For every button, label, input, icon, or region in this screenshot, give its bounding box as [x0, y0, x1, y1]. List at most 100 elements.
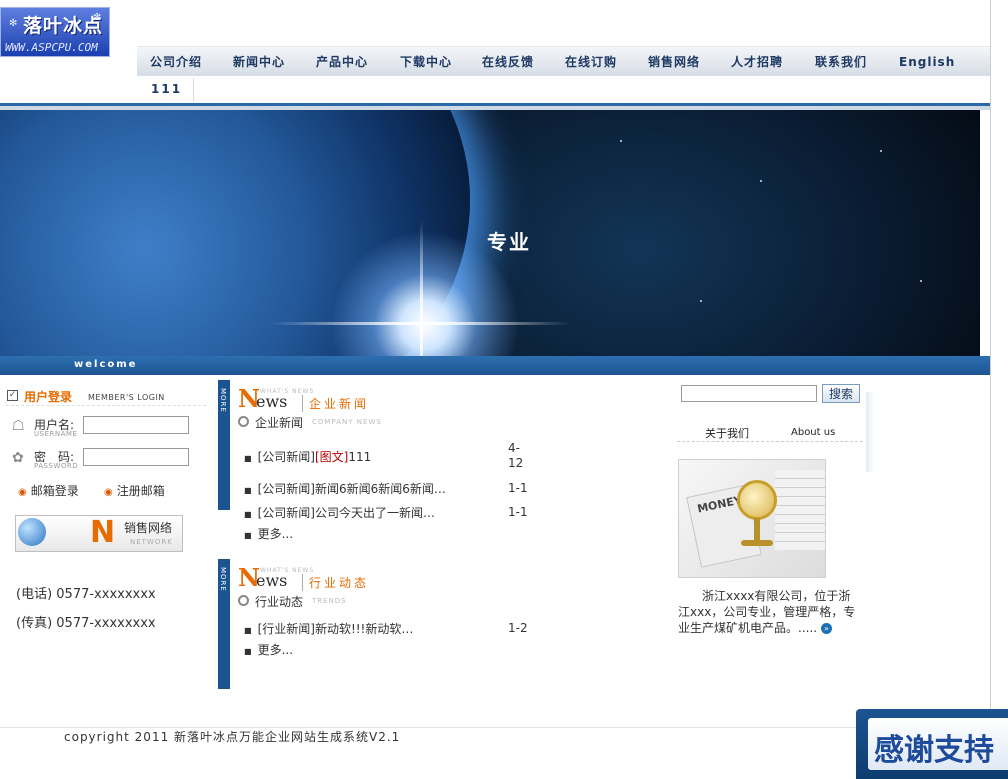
decorative-bar	[866, 392, 874, 472]
copyright-text: copyright 2011 新落叶冰点万能企业网站生成系统V2.1	[64, 730, 401, 744]
globe-image	[737, 480, 777, 520]
password-input[interactable]	[83, 448, 189, 466]
star	[920, 280, 922, 282]
welcome-text: welcome	[74, 359, 138, 370]
banner-slogan: 专业	[487, 230, 531, 254]
more-arrow-icon[interactable]: »	[820, 623, 832, 634]
news-item[interactable]: ■ [公司新闻]公司今天出了一新闻…	[244, 504, 435, 521]
news-more-link[interactable]: ■ 更多...	[244, 525, 293, 542]
section-subtitle-en: COMPANY NEWS	[312, 418, 382, 426]
login-title: 用户登录	[24, 390, 73, 404]
n-logo-icon: N	[90, 515, 116, 550]
trend-item-title: 新动软!!!新动软…	[314, 622, 414, 636]
nav-item-sales[interactable]: 销售网络	[648, 53, 700, 70]
sub-nav: 111	[137, 76, 990, 102]
thanks-inner: 感谢支持	[868, 718, 1008, 770]
news-item[interactable]: ■ [公司新闻][图文]111	[244, 448, 371, 465]
news-item-date: 4-12	[508, 441, 524, 470]
nav-item-products[interactable]: 产品中心	[316, 53, 368, 70]
username-input[interactable]	[83, 416, 189, 434]
circle-icon	[238, 595, 249, 606]
fax-number: (传真) 0577-xxxxxxxx	[16, 616, 156, 631]
more-tab[interactable]: MORE	[218, 380, 230, 510]
nav-item-news[interactable]: 新闻中心	[233, 53, 285, 70]
trend-more-link[interactable]: ■ 更多...	[244, 641, 293, 658]
about-tabs: 关于我们 About us	[677, 424, 863, 442]
sales-network-label: 销售网络	[124, 521, 173, 535]
left-column: ✓ 用户登录 MEMBER'S LOGIN ☖ 用户名: USERNAME ✿ …	[0, 378, 210, 708]
nav-item-jobs[interactable]: 人才招聘	[731, 53, 783, 70]
light-ray	[420, 220, 423, 356]
main-nav: 公司介绍 新闻中心 产品中心 下载中心 在线反馈 在线订购 销售网络 人才招聘 …	[137, 46, 990, 76]
login-header: ✓ 用户登录 MEMBER'S LOGIN	[6, 388, 206, 406]
news-item-prefix: [公司新闻]	[257, 506, 315, 520]
bullet-icon: ■	[244, 531, 252, 540]
news-item-title: 公司今天出了一新闻…	[314, 506, 435, 520]
register-mail-link[interactable]: ◉ 注册邮箱	[104, 482, 165, 499]
news-item-date: 1-1	[508, 481, 528, 495]
more-tab[interactable]: MORE	[218, 559, 230, 689]
phone-number: (电话) 0577-xxxxxxxx	[16, 587, 156, 602]
news-item-prefix: [公司新闻]	[257, 450, 315, 464]
thanks-float-panel[interactable]: 感谢支持	[856, 709, 1008, 779]
tab-about-en[interactable]: About us	[791, 427, 835, 438]
company-news-section: MORE N ews WHAT'S NEWS 企业新闻 企业新闻 COMPANY…	[218, 380, 658, 541]
page: ✻ ✻ 落叶冰点 WWW.ASPCPU.COM 公司介绍 新闻中心 产品中心 下…	[0, 0, 990, 779]
bullet-icon: ■	[244, 510, 252, 519]
circle-icon	[238, 416, 249, 427]
whats-news-label: WHAT'S NEWS	[260, 388, 315, 395]
nav-item-feedback[interactable]: 在线反馈	[482, 53, 534, 70]
more-tab-label: MORE	[219, 388, 227, 413]
hero-banner: 专业	[0, 110, 980, 356]
globe-stand	[754, 518, 760, 542]
bullet-icon: ■	[244, 647, 252, 656]
trend-item-prefix: [行业新闻]	[257, 622, 315, 636]
thanks-text: 感谢支持	[874, 733, 994, 768]
globe-base	[741, 540, 773, 546]
section-subtitle: 行业动态	[255, 595, 304, 609]
whats-news-label: WHAT'S NEWS	[260, 567, 315, 574]
username-sub-label: USERNAME	[34, 430, 78, 438]
nav-item-contact[interactable]: 联系我们	[815, 53, 867, 70]
flower-icon: ✿	[12, 450, 24, 466]
bullet-icon: ◉	[104, 487, 113, 498]
snowflake-icon: ✻	[9, 18, 18, 29]
news-item[interactable]: ■ [公司新闻]新闻6新闻6新闻6新闻…	[244, 480, 446, 497]
sales-network-sub: NETWORK	[130, 538, 173, 546]
login-subtitle: MEMBER'S LOGIN	[88, 393, 165, 402]
mail-login-link[interactable]: ◉ 邮箱登录	[18, 482, 79, 499]
nav-item-order[interactable]: 在线订购	[565, 53, 617, 70]
about-image: MONEY	[678, 459, 826, 578]
window-edge	[990, 0, 1008, 779]
nav-item-about[interactable]: 公司介绍	[150, 53, 202, 70]
section-subtitle: 企业新闻	[255, 416, 304, 430]
search-button[interactable]: 搜索	[822, 384, 860, 403]
news-item-date: 1-1	[508, 505, 528, 519]
keyboard-image	[775, 470, 825, 550]
news-item-tag: [图文]	[314, 450, 349, 464]
nav-item-english[interactable]: English	[899, 55, 955, 69]
news-item-title: 新闻6新闻6新闻6新闻…	[314, 482, 446, 496]
industry-news-section: MORE N ews WHAT'S NEWS 行业动态 行业动态 TRENDS …	[218, 559, 658, 689]
globe-icon	[18, 518, 46, 546]
star	[700, 300, 702, 302]
site-logo[interactable]: ✻ ✻ 落叶冰点 WWW.ASPCPU.COM	[0, 7, 110, 57]
sub-nav-item[interactable]: 111	[151, 82, 182, 96]
trend-item-date: 1-2	[508, 621, 528, 635]
sales-network-banner[interactable]: N 销售网络 NETWORK	[15, 515, 183, 552]
bullet-icon: ■	[244, 626, 252, 635]
more-tab-label: MORE	[219, 567, 227, 592]
search-input[interactable]	[681, 385, 817, 402]
nav-item-downloads[interactable]: 下载中心	[400, 53, 452, 70]
about-description: 浙江xxxx有限公司，位于浙江xxx，公司专业，管理严格，专业生产煤矿机电产品。…	[678, 588, 858, 636]
register-mail-label: 注册邮箱	[116, 484, 165, 498]
news-more-label: 更多...	[257, 527, 294, 541]
trend-item[interactable]: ■ [行业新闻]新动软!!!新动软…	[244, 620, 413, 637]
section-title: 企业新闻	[302, 395, 369, 412]
checkbox-icon: ✓	[7, 390, 18, 401]
welcome-bar: welcome	[0, 356, 990, 375]
password-sub-label: PASSWORD	[34, 462, 79, 470]
tab-about-cn[interactable]: 关于我们	[705, 425, 749, 441]
sub-nav-divider	[193, 78, 194, 102]
bullet-icon: ◉	[18, 487, 27, 498]
